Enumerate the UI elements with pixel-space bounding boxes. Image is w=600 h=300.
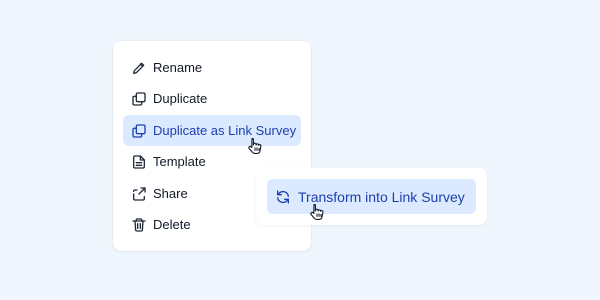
menu-item-template[interactable]: Template — [123, 146, 214, 177]
hand-cursor-icon — [309, 203, 325, 221]
menu-item-label: Duplicate as Link Survey — [153, 123, 297, 138]
duplicate-icon — [131, 123, 147, 139]
duplicate-icon — [131, 91, 147, 107]
hand-cursor-icon — [247, 137, 263, 155]
menu-item-share[interactable]: Share — [123, 178, 196, 209]
menu-item-label: Duplicate — [153, 91, 208, 106]
pencil-icon — [131, 60, 147, 76]
menu-item-delete[interactable]: Delete — [123, 209, 199, 240]
document-icon — [131, 154, 147, 170]
menu-item-rename[interactable]: Rename — [123, 52, 210, 83]
menu-item-duplicate[interactable]: Duplicate — [123, 83, 215, 114]
share-icon — [131, 186, 147, 202]
menu-item-label: Rename — [153, 60, 203, 75]
transform-popover: Transform into Link Survey — [256, 168, 487, 225]
refresh-icon — [275, 189, 291, 205]
menu-item-duplicate-as-link-survey[interactable]: Duplicate as Link Survey — [123, 115, 301, 146]
trash-icon — [131, 217, 147, 233]
transform-into-link-survey-button[interactable]: Transform into Link Survey — [267, 179, 476, 214]
menu-item-label: Share — [153, 186, 188, 201]
menu-item-label: Delete — [153, 217, 191, 232]
menu-item-label: Template — [153, 154, 206, 169]
